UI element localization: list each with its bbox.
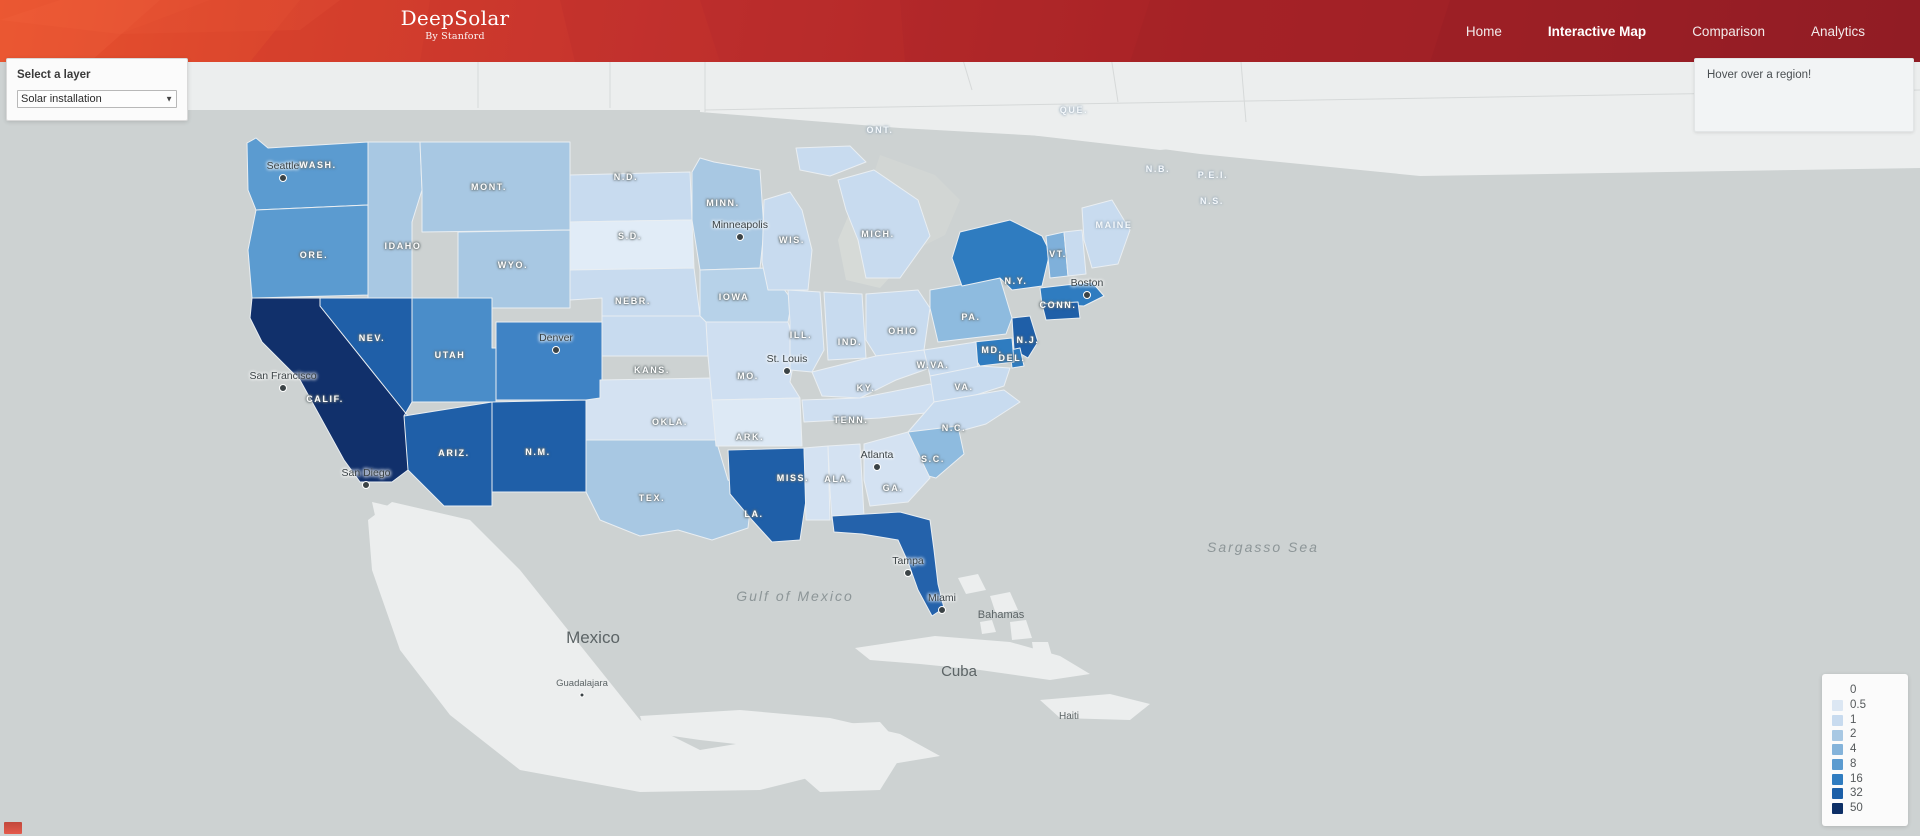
legend-swatch <box>1832 715 1843 727</box>
brand-subtitle: By Stanford <box>425 31 485 42</box>
legend-value: 32 <box>1850 787 1863 800</box>
legend-value: 0 <box>1850 684 1857 697</box>
region-hover-info-panel: Hover over a region! <box>1694 58 1914 132</box>
brand-logo[interactable]: DeepSolar By Stanford <box>380 8 530 42</box>
layer-selector-panel: Select a layer Solar installation ▼ <box>6 58 188 121</box>
nav-item-interactive-map[interactable]: Interactive Map <box>1525 24 1669 39</box>
legend-value: 0.5 <box>1850 699 1866 712</box>
nav-item-comparison[interactable]: Comparison <box>1669 24 1788 39</box>
legend-row: 0 <box>1832 684 1900 699</box>
layer-panel-title: Select a layer <box>17 69 91 81</box>
legend-swatch <box>1832 803 1843 815</box>
legend-value: 2 <box>1850 728 1857 741</box>
legend-value: 8 <box>1850 757 1857 770</box>
city-dot-san-francisco <box>279 384 287 392</box>
legend-row: 16 <box>1832 772 1900 787</box>
legend-value: 1 <box>1850 713 1857 726</box>
legend-swatch <box>1832 700 1843 712</box>
city-dot-guadalajara <box>579 692 585 698</box>
legend-value: 50 <box>1850 801 1863 814</box>
city-dot-boston <box>1083 291 1091 299</box>
city-dot-seattle <box>279 174 287 182</box>
legend-swatch <box>1832 686 1843 697</box>
map-geometry <box>185 50 1920 792</box>
legend-value: 16 <box>1850 772 1863 785</box>
legend-swatch <box>1832 773 1843 785</box>
layer-select[interactable]: Solar installation <box>17 90 177 108</box>
legend-row: 1 <box>1832 713 1900 728</box>
city-dot-st-louis <box>783 367 791 375</box>
legend-row: 50 <box>1832 801 1900 816</box>
legend-row: 2 <box>1832 728 1900 743</box>
choropleth-map[interactable]: Sargasso Sea Gulf of Mexico Mexico Cuba … <box>0 50 1920 836</box>
legend-swatch <box>1832 759 1843 771</box>
city-dot-tampa <box>904 569 912 577</box>
hover-hint-text: Hover over a region! <box>1707 69 1812 81</box>
city-dot-denver <box>552 346 560 354</box>
legend-row: 8 <box>1832 757 1900 772</box>
nav-item-home[interactable]: Home <box>1443 24 1525 39</box>
page-corner-badge <box>4 822 22 834</box>
city-dot-san-diego <box>362 481 370 489</box>
legend-value: 4 <box>1850 743 1857 756</box>
city-dot-minneapolis <box>736 233 744 241</box>
legend-swatch <box>1832 744 1843 756</box>
nav-menu: Home Interactive Map Comparison Analytic… <box>1443 0 1920 62</box>
map-legend: 0 0.5 1 2 4 8 16 32 50 <box>1822 673 1908 826</box>
legend-row: 4 <box>1832 743 1900 758</box>
legend-swatch <box>1832 788 1843 800</box>
legend-row: 0.5 <box>1832 699 1900 714</box>
legend-swatch <box>1832 729 1843 741</box>
city-dot-miami <box>938 606 946 614</box>
brand-name: DeepSolar <box>400 6 510 30</box>
nav-item-analytics[interactable]: Analytics <box>1788 24 1920 39</box>
city-dot-atlanta <box>873 463 881 471</box>
top-navigation-bar: DeepSolar By Stanford Home Interactive M… <box>0 0 1920 62</box>
legend-row: 32 <box>1832 787 1900 802</box>
